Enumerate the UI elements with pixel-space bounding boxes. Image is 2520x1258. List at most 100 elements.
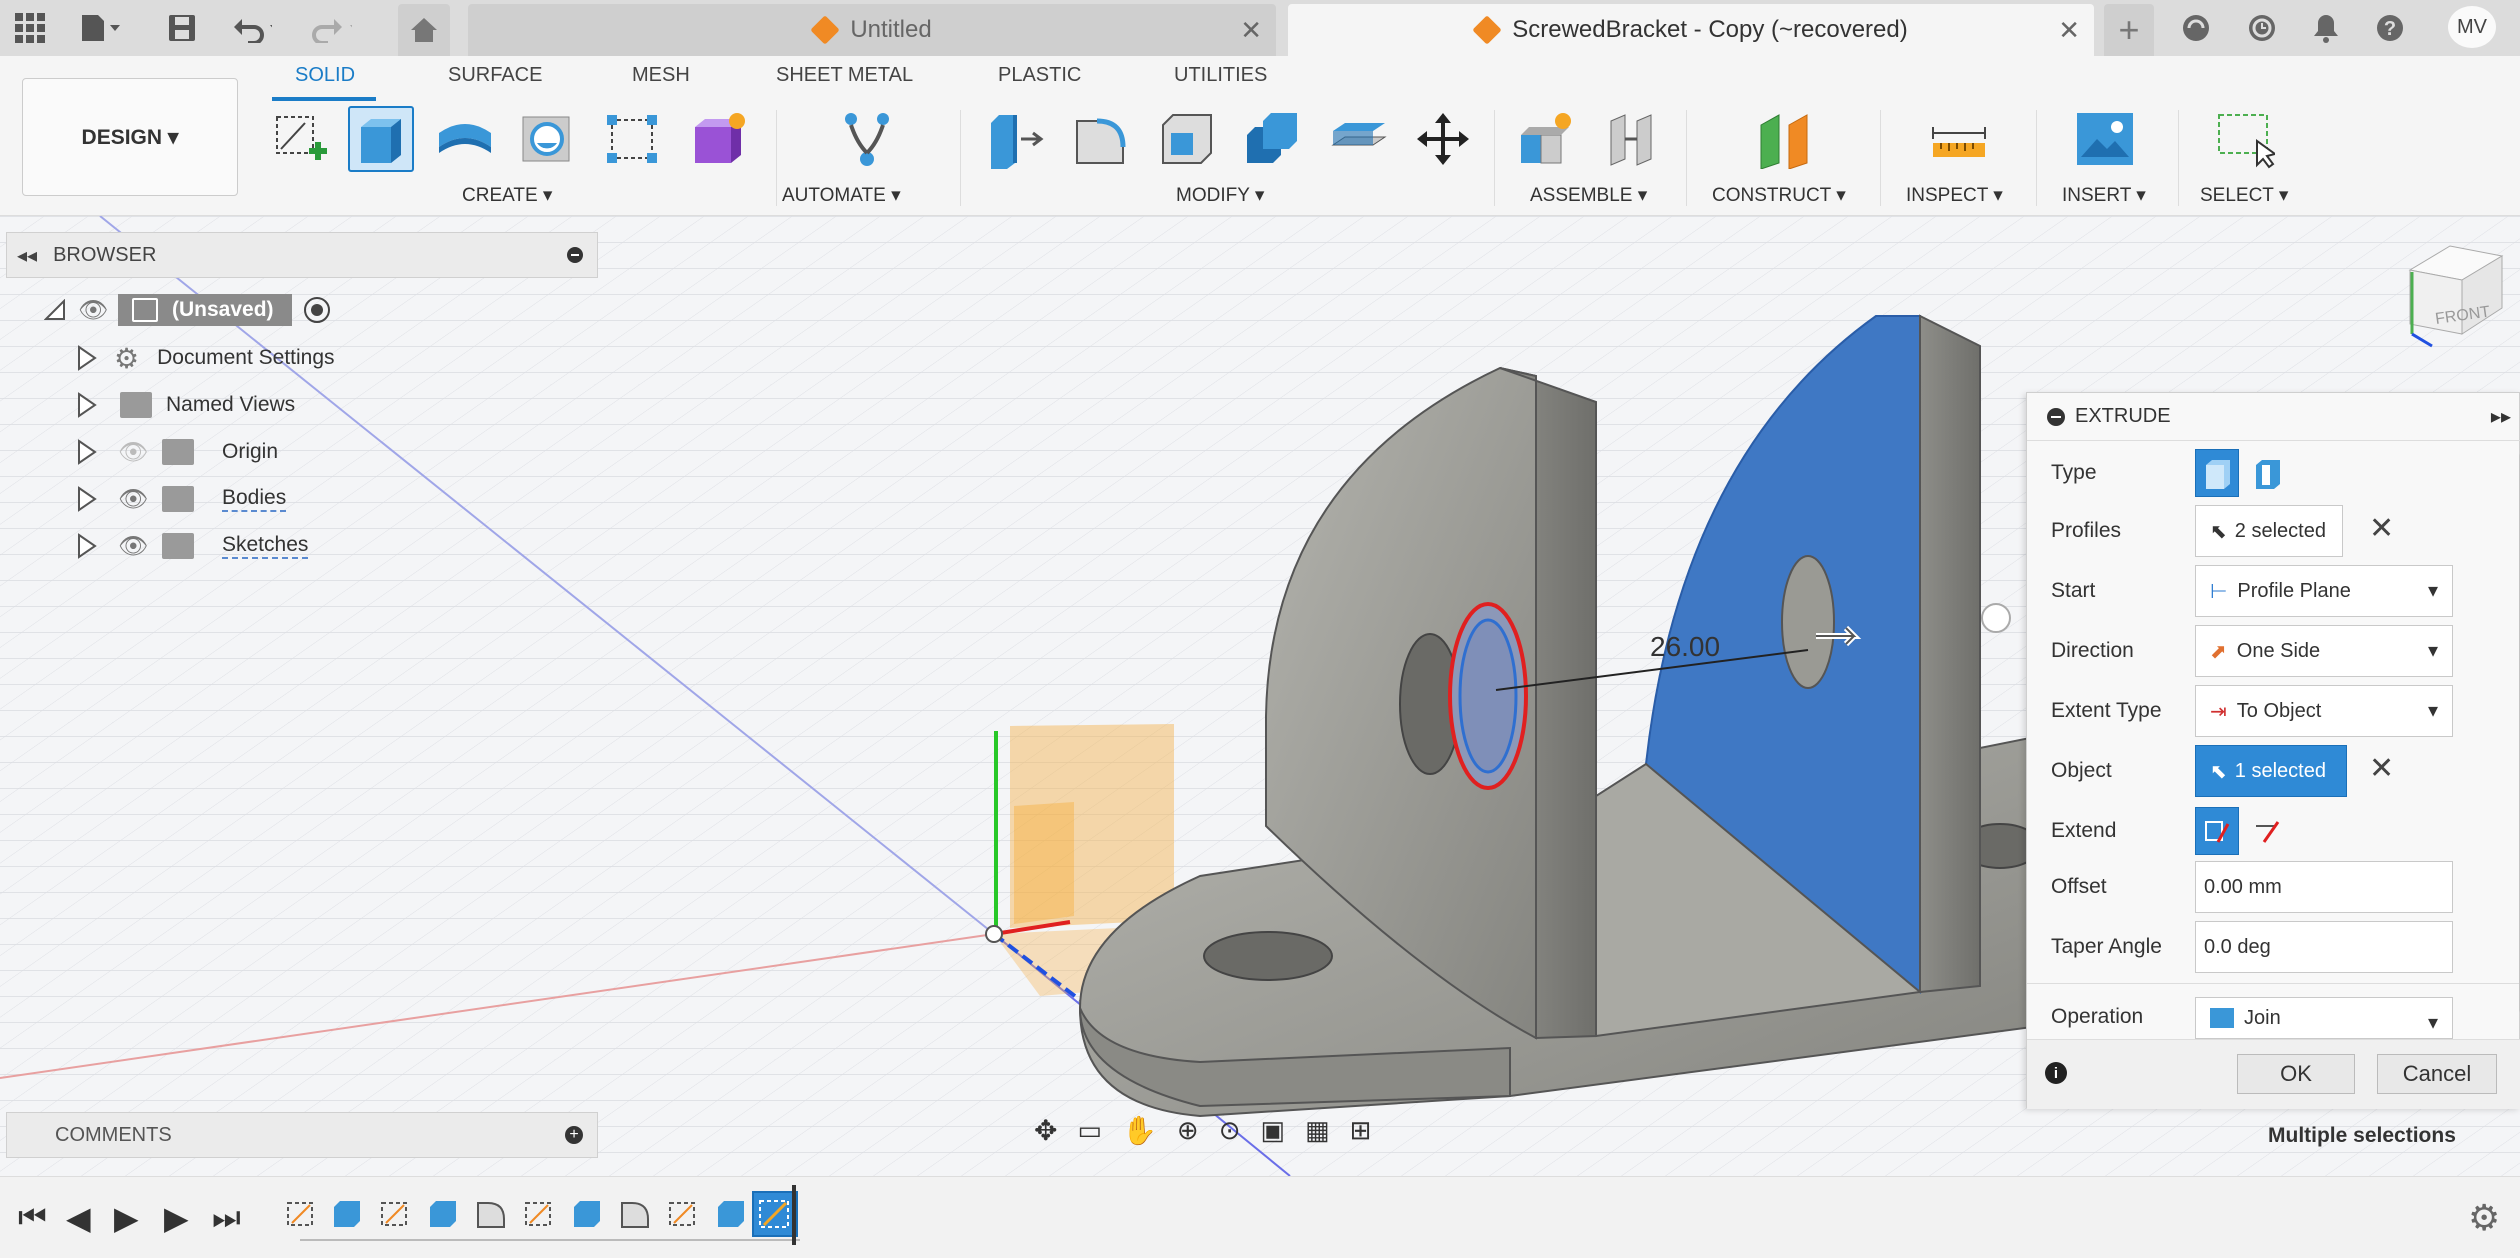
construct-group-label[interactable]: CONSTRUCT ▾ xyxy=(1712,184,1846,207)
create-form-tool[interactable] xyxy=(686,106,752,172)
right-upright-hole[interactable] xyxy=(1781,555,1835,689)
close-tab-icon[interactable]: ✕ xyxy=(1240,15,1262,46)
extent-dropdown[interactable]: ⇥ To Object xyxy=(2195,685,2453,737)
object-selector[interactable]: ⬉ 1 selected xyxy=(2195,745,2347,797)
extrude-tool[interactable] xyxy=(348,106,414,172)
timeline-sketch-icon[interactable] xyxy=(284,1197,318,1231)
automate-group-label[interactable]: AUTOMATE ▾ xyxy=(782,184,901,207)
step-forward-icon[interactable]: ▶ xyxy=(164,1199,189,1237)
browser-item-bodies[interactable]: 👁 Bodies xyxy=(76,479,287,519)
visibility-icon[interactable]: 👁 xyxy=(118,485,148,514)
pan-icon[interactable]: ✋ xyxy=(1122,1114,1157,1147)
measure-tool[interactable] xyxy=(1926,106,1992,172)
viewports-icon[interactable]: ⊞ xyxy=(1350,1115,1372,1146)
start-dropdown[interactable]: ⊢ Profile Plane xyxy=(2195,565,2453,617)
select-tool[interactable] xyxy=(2212,106,2278,172)
save-icon[interactable] xyxy=(162,8,202,48)
go-to-end-icon[interactable]: ⏭ xyxy=(212,1199,241,1237)
apps-grid-icon[interactable] xyxy=(10,8,50,48)
visibility-icon[interactable]: 👁 xyxy=(118,532,148,561)
create-sketch-tool[interactable] xyxy=(268,106,334,172)
origin-point[interactable] xyxy=(985,925,1003,943)
timeline-extrude-icon[interactable] xyxy=(426,1197,460,1231)
expand-triangle-icon[interactable] xyxy=(76,533,98,559)
browser-root[interactable]: 👁 (Unsaved) xyxy=(44,290,330,330)
expand-triangle-icon[interactable] xyxy=(76,392,98,418)
close-tab-icon[interactable]: ✕ xyxy=(2058,15,2080,46)
hidden-visibility-icon[interactable]: 👁 xyxy=(118,438,148,467)
assemble-group-label[interactable]: ASSEMBLE ▾ xyxy=(1530,184,1647,207)
revolve-tool[interactable] xyxy=(432,106,498,172)
timeline-extrude-icon[interactable] xyxy=(570,1197,604,1231)
browser-options-icon[interactable] xyxy=(567,247,583,263)
tab-untitled[interactable]: Untitled ✕ xyxy=(468,4,1276,56)
info-icon[interactable]: i xyxy=(2045,1062,2067,1084)
automate-tool[interactable] xyxy=(834,106,900,172)
add-comment-icon[interactable]: + xyxy=(565,1126,583,1144)
clear-object-icon[interactable]: ✕ xyxy=(2369,751,2394,786)
pattern-tool[interactable] xyxy=(600,106,666,172)
timeline-settings-icon[interactable]: ⚙ xyxy=(2468,1197,2500,1239)
selected-profile-circle[interactable] xyxy=(1458,618,1518,774)
joint-tool[interactable] xyxy=(1598,106,1664,172)
insert-group-label[interactable]: INSERT ▾ xyxy=(2062,184,2146,207)
type-thin-extrude-button[interactable] xyxy=(2245,449,2289,497)
home-tab[interactable] xyxy=(398,4,450,56)
timeline-extrude-icon[interactable] xyxy=(330,1197,364,1231)
offset-face-tool[interactable] xyxy=(1326,106,1392,172)
expand-dialog-icon[interactable]: ▸▸ xyxy=(2491,404,2511,429)
browser-item-document-settings[interactable]: ⚙ Document Settings xyxy=(76,338,335,378)
new-component-tool[interactable] xyxy=(1512,106,1578,172)
timeline-sketch-icon[interactable] xyxy=(666,1197,700,1231)
fillet-tool[interactable] xyxy=(1068,106,1134,172)
activate-radio-icon[interactable] xyxy=(303,297,330,323)
browser-header[interactable]: ◂◂ BROWSER xyxy=(6,232,598,278)
clear-profiles-icon[interactable]: ✕ xyxy=(2369,511,2394,546)
timeline-extrude-icon[interactable] xyxy=(714,1197,748,1231)
modify-group-label[interactable]: MODIFY ▾ xyxy=(1176,184,1264,207)
tab-plastic[interactable]: PLASTIC xyxy=(998,64,1081,87)
fit-icon[interactable]: ⊙ xyxy=(1219,1115,1241,1146)
help-icon[interactable]: ? xyxy=(2370,8,2410,48)
redo-icon[interactable] xyxy=(312,8,352,48)
type-extrude-button[interactable] xyxy=(2195,449,2239,497)
select-group-label[interactable]: SELECT ▾ xyxy=(2200,184,2288,207)
collapse-dialog-icon[interactable] xyxy=(2047,407,2065,426)
look-at-icon[interactable]: ▭ xyxy=(1077,1115,1102,1146)
timeline-marker[interactable] xyxy=(792,1185,796,1245)
inspect-group-label[interactable]: INSPECT ▾ xyxy=(1906,184,2003,207)
tab-sheet-metal[interactable]: SHEET METAL xyxy=(776,64,913,87)
rotate-handle[interactable] xyxy=(1981,603,2011,633)
visibility-icon[interactable]: 👁 xyxy=(78,296,108,325)
tab-surface[interactable]: SURFACE xyxy=(448,64,542,87)
job-status-icon[interactable] xyxy=(2242,8,2282,48)
tab-screwedbracket[interactable]: ScrewedBracket - Copy (~recovered) ✕ xyxy=(1288,4,2094,56)
comments-panel[interactable]: COMMENTS + xyxy=(6,1112,598,1158)
collapse-triangle-icon[interactable] xyxy=(44,299,66,321)
new-tab-button[interactable]: + xyxy=(2104,4,2154,56)
browser-item-origin[interactable]: 👁 Origin xyxy=(76,432,278,472)
press-pull-tool[interactable] xyxy=(982,106,1048,172)
expand-triangle-icon[interactable] xyxy=(76,486,98,512)
cancel-button[interactable]: Cancel xyxy=(2377,1054,2497,1094)
operation-dropdown[interactable]: Join xyxy=(2195,997,2453,1039)
timeline-fillet-icon[interactable] xyxy=(618,1197,652,1231)
shell-tool[interactable] xyxy=(1154,106,1220,172)
dimension-value[interactable]: 26.00 xyxy=(1650,631,1720,662)
profiles-selector[interactable]: ⬉ 2 selected xyxy=(2195,505,2343,557)
timeline-fillet-icon[interactable] xyxy=(474,1197,508,1231)
play-icon[interactable]: ▶ xyxy=(114,1199,139,1237)
undo-icon[interactable] xyxy=(232,8,272,48)
step-back-icon[interactable]: ◀ xyxy=(66,1199,91,1237)
extend-faces-button[interactable] xyxy=(2195,807,2239,855)
offset-input[interactable]: 0.00 mm xyxy=(2195,861,2453,913)
tab-solid[interactable]: SOLID xyxy=(295,64,355,87)
collapse-browser-icon[interactable]: ◂◂ xyxy=(17,243,37,268)
ok-button[interactable]: OK xyxy=(2237,1054,2355,1094)
move-tool[interactable] xyxy=(1410,106,1476,172)
zoom-icon[interactable]: ⊕ xyxy=(1177,1115,1199,1146)
create-group-label[interactable]: CREATE ▾ xyxy=(462,184,552,207)
grid-settings-icon[interactable]: ▦ xyxy=(1305,1115,1330,1146)
user-avatar[interactable]: MV xyxy=(2448,6,2496,48)
direction-dropdown[interactable]: ⬈ One Side xyxy=(2195,625,2453,677)
